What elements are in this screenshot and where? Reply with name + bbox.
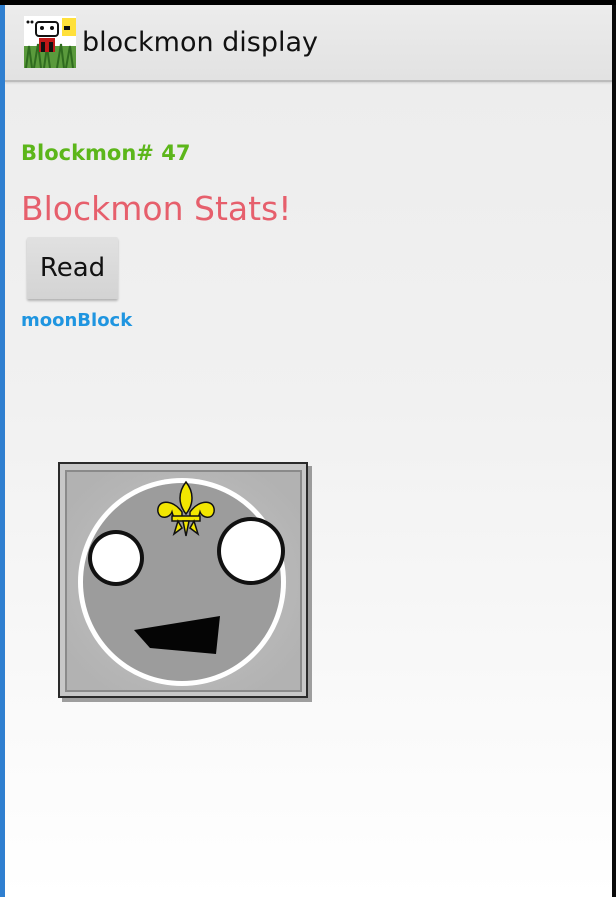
app-title: blockmon display — [82, 27, 319, 58]
stats-heading: Blockmon Stats! — [21, 189, 292, 228]
blockmon-app-icon[interactable] — [24, 16, 76, 68]
window-right-border — [612, 5, 616, 897]
moonblock-image — [58, 462, 312, 702]
read-button[interactable]: Read — [27, 237, 118, 299]
block-name-label: moonBlock — [21, 310, 133, 331]
blockmon-number-label: Blockmon# 47 — [21, 141, 191, 165]
action-bar: blockmon display — [5, 5, 612, 82]
app-screen: blockmon display Blockmon# 47 Blockmon S… — [5, 5, 612, 897]
